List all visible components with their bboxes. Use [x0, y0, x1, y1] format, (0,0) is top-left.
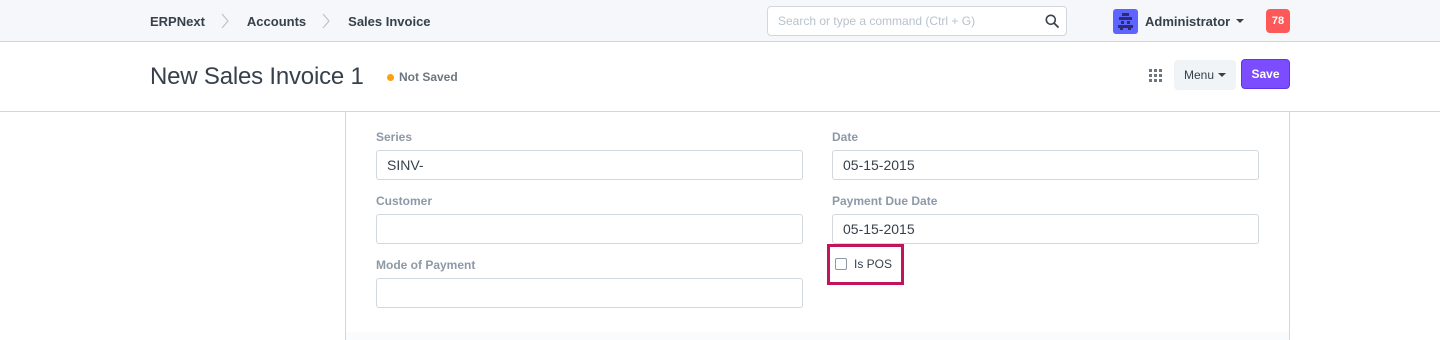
page-head: New Sales Invoice 1 Not Saved Menu Save — [0, 42, 1440, 112]
chevron-right-icon — [316, 0, 338, 42]
status-dot-icon — [387, 73, 394, 81]
series-label: Series — [376, 130, 413, 144]
status-text: Not Saved — [399, 70, 458, 84]
menu-button[interactable]: Menu — [1174, 60, 1236, 90]
top-navbar: ERPNext Accounts Sales Invoice Search or… — [0, 0, 1440, 42]
is-pos-checkbox[interactable]: Is POS — [835, 257, 892, 271]
user-name: Administrator — [1145, 13, 1231, 29]
section-footer — [346, 332, 1289, 340]
mode-of-payment-label: Mode of Payment — [376, 258, 476, 272]
date-label: Date — [832, 130, 859, 144]
breadcrumb-accounts[interactable]: Accounts — [247, 14, 306, 29]
checkbox-icon[interactable] — [835, 258, 847, 270]
payment-due-date-label: Payment Due Date — [832, 194, 938, 208]
is-pos-highlight: Is POS — [827, 244, 904, 285]
customer-input[interactable] — [376, 214, 803, 244]
breadcrumb: ERPNext Accounts Sales Invoice — [150, 0, 431, 42]
avatar — [1113, 8, 1138, 34]
notification-badge[interactable]: 78 — [1266, 9, 1290, 33]
search-input[interactable] — [768, 7, 1038, 35]
caret-down-icon — [1236, 19, 1245, 23]
search-icon[interactable] — [1045, 14, 1059, 33]
user-menu[interactable]: Administrator — [1113, 8, 1245, 34]
save-button[interactable]: Save — [1241, 59, 1290, 89]
apps-grid-icon[interactable] — [1148, 67, 1164, 83]
mode-of-payment-input[interactable] — [376, 278, 803, 308]
status-indicator: Not Saved — [387, 69, 458, 85]
chevron-right-icon — [215, 0, 237, 42]
breadcrumb-erpnext[interactable]: ERPNext — [150, 14, 205, 29]
customer-label: Customer — [376, 194, 433, 208]
payment-due-date-input[interactable] — [832, 214, 1259, 244]
series-input[interactable] — [376, 150, 803, 180]
date-input[interactable] — [832, 150, 1259, 180]
form-layout: Series Date Customer Payment Due Date Mo… — [345, 112, 1290, 340]
page-title: New Sales Invoice 1 — [150, 63, 364, 90]
is-pos-label: Is POS — [854, 257, 893, 271]
caret-down-icon — [1218, 73, 1227, 77]
menu-button-label: Menu — [1183, 68, 1215, 82]
awesome-bar — [767, 6, 1067, 36]
breadcrumb-sales-invoice[interactable]: Sales Invoice — [348, 14, 430, 29]
avatar-pattern-icon — [1118, 12, 1133, 30]
